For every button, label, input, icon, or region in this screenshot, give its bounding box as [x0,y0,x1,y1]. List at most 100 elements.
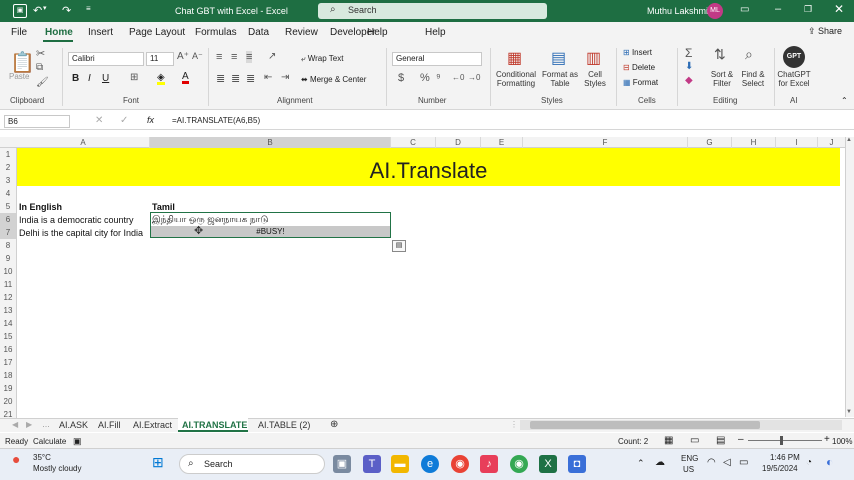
cell-b5[interactable]: Tamil [152,202,175,212]
tab-developer[interactable]: Help [367,27,388,38]
row-header-13[interactable]: 13 [0,304,17,317]
normal-view-icon[interactable]: ▦ [664,435,673,446]
weather-temp[interactable]: 35°C [33,453,51,462]
more-sheets-icon[interactable]: … [42,420,50,429]
notifications-icon[interactable]: ◔ [806,457,812,468]
chatgpt-for-excel-button[interactable]: ChatGPT for Excel [776,70,812,88]
number-format-select[interactable]: General [392,52,482,66]
delete-cells-button[interactable]: ⊟ Delete [623,63,655,72]
row-header-2[interactable]: 2 [0,161,17,174]
row-header-11[interactable]: 11 [0,278,17,291]
customize-quick-access-icon[interactable]: ≡ [86,4,91,13]
chevron-down-icon[interactable]: ▾ [43,4,47,12]
search-box[interactable]: ⌕ Search [318,3,547,19]
page-layout-view-icon[interactable]: ▭ [690,435,699,446]
camera-icon[interactable]: ◘ [568,455,586,473]
row-header-5[interactable]: 5 [0,200,17,213]
chrome-profile-icon[interactable]: ◉ [510,455,528,473]
zoom-level[interactable]: 100% [832,437,852,446]
row-header-20[interactable]: 20 [0,395,17,408]
tab-insert[interactable]: Insert [88,27,113,38]
row-header-17[interactable]: 17 [0,356,17,369]
format-cells-button[interactable]: ▦ Format [623,78,658,87]
italic-icon[interactable]: I [88,73,91,84]
task-view-icon[interactable]: ▣ [333,455,351,473]
tab-split-handle[interactable]: ⋮ [510,420,518,429]
currency-icon[interactable]: $ [398,72,404,84]
row-header-14[interactable]: 14 [0,317,17,330]
copilot-icon[interactable]: ◐ [826,455,833,469]
row-header-16[interactable]: 16 [0,343,17,356]
volume-icon[interactable]: ◁ [723,457,731,468]
teams-icon[interactable]: T [363,455,381,473]
format-painter-icon[interactable]: 🖌 [36,77,49,88]
language-us[interactable]: US [683,465,694,474]
zoom-out-icon[interactable]: – [738,434,744,445]
scroll-up-icon[interactable]: ▲ [846,137,852,143]
cancel-icon[interactable]: ✕ [95,115,103,126]
tab-data[interactable]: Data [248,27,269,38]
column-header-h[interactable]: H [732,137,776,148]
sort-filter-button[interactable]: Sort & Filter [706,70,738,88]
clock-date[interactable]: 19/5/2024 [762,464,798,473]
column-header-e[interactable]: E [481,137,523,148]
column-header-f[interactable]: F [523,137,688,148]
bold-icon[interactable]: B [72,73,79,84]
font-size-select[interactable]: 11 [146,52,174,66]
language-eng[interactable]: ENG [681,454,698,463]
tab-file[interactable]: File [11,27,27,38]
sheet-tab-ai-extract[interactable]: AI.Extract [133,420,172,430]
sheet-tab-ai-ask[interactable]: AI.ASK [59,420,88,430]
weather-condition[interactable]: Mostly cloudy [33,464,81,473]
add-sheet-icon[interactable]: ⊕ [330,419,338,430]
row-header-4[interactable]: 4 [0,187,17,200]
quick-analysis-icon[interactable]: ▤ [392,240,406,252]
redo-icon[interactable]: ↷ [62,4,71,17]
row-header-10[interactable]: 10 [0,265,17,278]
cell-a5[interactable]: In English [19,202,62,212]
column-header-g[interactable]: G [688,137,732,148]
close-icon[interactable]: ✕ [834,2,844,16]
column-header-a[interactable]: A [17,137,150,148]
weather-icon[interactable]: ● [12,451,20,467]
wrap-text-button[interactable]: ⤶ Wrap Text [301,54,343,64]
align-top-icon[interactable]: ≡ [216,51,222,63]
decrease-font-icon[interactable]: A⁻ [192,51,203,62]
cell-styles-button[interactable]: Cell Styles [580,70,610,88]
percent-icon[interactable]: % [420,72,430,84]
onedrive-icon[interactable]: ☁ [655,457,665,468]
tab-review[interactable]: Review [285,27,318,38]
windows-start-icon[interactable]: ⊞ [152,454,164,471]
music-icon[interactable]: ♪ [480,455,498,473]
excel-icon[interactable]: X [539,455,557,473]
column-header-c[interactable]: C [391,137,436,148]
row-header-15[interactable]: 15 [0,330,17,343]
horizontal-scroll-thumb[interactable] [530,421,760,429]
taskbar-search[interactable]: ⌕ Search [179,454,325,474]
underline-icon[interactable]: U [102,73,109,84]
column-header-i[interactable]: I [776,137,818,148]
clock-time[interactable]: 1:46 PM [770,453,800,462]
vertical-scrollbar[interactable] [845,137,854,417]
row-header-7[interactable]: 7 [0,226,17,239]
edge-icon[interactable]: e [421,455,439,473]
row-header-1[interactable]: 1 [0,148,17,161]
battery-icon[interactable]: ▭ [739,457,748,468]
format-as-table-button[interactable]: Format as Table [541,70,579,88]
ribbon-display-icon[interactable]: ▭ [740,4,749,15]
cell-a6[interactable]: India is a democratic country [19,215,134,225]
paste-button[interactable]: Paste [9,72,29,81]
prev-sheet-icon[interactable]: ◀ [12,420,18,429]
formula-input[interactable]: =AI.TRANSLATE(A6,B5) [172,116,260,125]
decrease-decimal-icon[interactable]: →0 [468,73,480,82]
row-header-3[interactable]: 3 [0,174,17,187]
align-center-icon[interactable]: ≣ [231,72,240,85]
zoom-slider[interactable] [748,440,822,441]
find-select-icon[interactable]: ⌕ [745,46,753,63]
fill-color-icon[interactable]: ◈ [157,73,165,85]
merge-center-button[interactable]: ⬌ Merge & Center [301,75,366,84]
font-color-icon[interactable]: A [182,72,189,84]
chrome-icon[interactable]: ◉ [451,455,469,473]
scroll-down-icon[interactable]: ▼ [846,409,852,415]
tab-page-layout[interactable]: Page Layout [129,27,185,38]
